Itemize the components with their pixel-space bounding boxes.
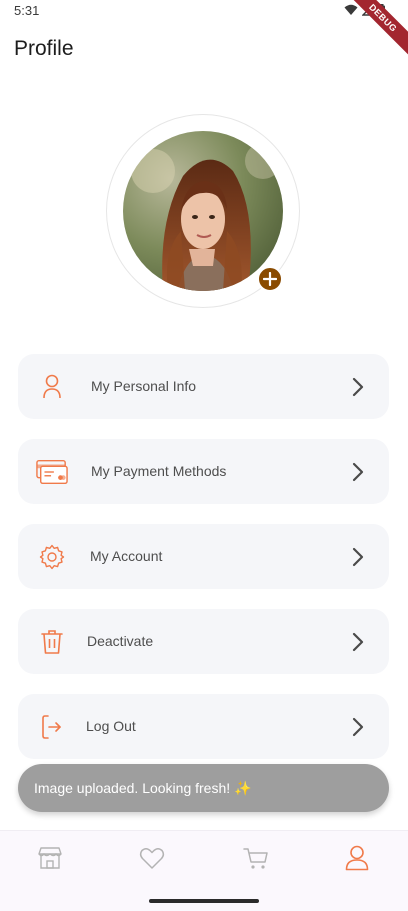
menu-item-deactivate[interactable]: Deactivate: [18, 609, 389, 674]
user-icon: [36, 372, 68, 402]
heart-icon: [139, 848, 165, 869]
add-photo-button[interactable]: [257, 266, 283, 292]
wifi-icon: [344, 4, 358, 15]
menu-item-label: My Account: [90, 548, 163, 564]
menu-item-log-out[interactable]: Log Out: [18, 694, 389, 759]
home-indicator[interactable]: [149, 899, 259, 903]
menu-item-label: Deactivate: [87, 633, 154, 649]
chevron-right-icon: [352, 717, 364, 737]
chevron-right-icon: [352, 547, 364, 567]
snackbar-message: Image uploaded. Looking fresh! ✨: [34, 780, 252, 796]
profile-photo: [123, 131, 283, 291]
nav-cart[interactable]: [242, 845, 270, 871]
menu-item-my-account[interactable]: My Account: [18, 524, 389, 589]
avatar[interactable]: [123, 131, 283, 291]
bottom-nav: [0, 830, 408, 911]
logout-icon: [36, 712, 68, 742]
menu-item-personal-info[interactable]: My Personal Info: [18, 354, 389, 419]
nav-favorites[interactable]: [138, 845, 166, 871]
plus-icon: [263, 272, 277, 286]
credit-card-icon: [36, 457, 68, 487]
menu-item-label: Log Out: [86, 718, 136, 734]
chevron-right-icon: [352, 462, 364, 482]
nav-shop[interactable]: [36, 845, 64, 871]
menu-item-label: My Payment Methods: [91, 463, 227, 479]
shop-icon: [38, 847, 62, 869]
trash-icon: [36, 627, 68, 657]
status-bar: 5:31 DEBUG: [0, 0, 408, 63]
cart-icon: [243, 848, 268, 869]
chevron-right-icon: [352, 377, 364, 397]
status-time: 5:31: [14, 3, 40, 18]
menu-item-payment-methods[interactable]: My Payment Methods: [18, 439, 389, 504]
page-title: Profile: [14, 37, 74, 60]
profile-icon: [345, 845, 369, 871]
snackbar: Image uploaded. Looking fresh! ✨: [18, 764, 389, 812]
profile-screen: 5:31 DEBUG Profile My Personal Info My P…: [0, 0, 408, 911]
chevron-right-icon: [352, 632, 364, 652]
nav-profile[interactable]: [343, 845, 371, 871]
gear-icon: [36, 542, 68, 572]
menu-item-label: My Personal Info: [91, 378, 197, 394]
